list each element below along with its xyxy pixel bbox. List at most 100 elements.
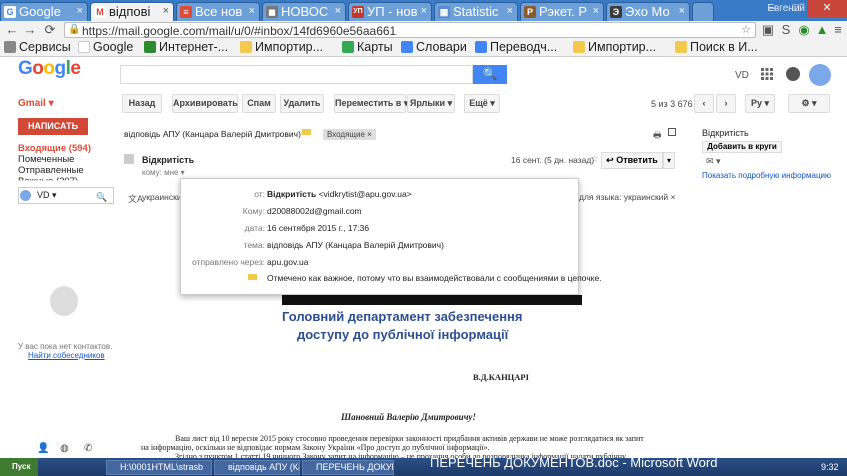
star-icon[interactable]: ☆ xyxy=(741,23,751,36)
bookmark-import[interactable]: Импортир... xyxy=(240,40,323,54)
phone-icon[interactable]: ✆ xyxy=(84,443,92,454)
message-date: 16 сент. (5 дн. назад) xyxy=(511,155,595,165)
tab-title: НОВОС xyxy=(281,4,329,19)
close-icon[interactable]: × xyxy=(77,3,83,20)
bookmark-internet[interactable]: Интернет-... xyxy=(144,40,228,54)
tab-up[interactable]: УП УП - нов × xyxy=(348,2,432,21)
url-text[interactable]: https://mail.google.com/mail/u/0/#inbox/… xyxy=(82,24,396,38)
find-people-link[interactable]: Найти собеседников xyxy=(28,351,105,360)
tab-title: Statistic xyxy=(453,4,499,19)
more-actions-button[interactable]: ▾ xyxy=(663,152,675,169)
close-icon[interactable]: × xyxy=(679,3,685,20)
sidebar-item-important[interactable]: Важные (207) xyxy=(18,176,78,180)
bookmark-dictionaries[interactable]: Словари xyxy=(401,40,467,54)
settings-button[interactable]: ⚙ ▾ xyxy=(788,94,830,113)
tab-gmail[interactable]: Mвідпові × xyxy=(90,2,174,21)
reload-icon[interactable]: ⟳ xyxy=(42,22,58,38)
date-value: 16 сентября 2015 г., 17:36 xyxy=(267,223,370,233)
close-window-icon[interactable]: ✕ xyxy=(807,0,847,17)
bookmark-search[interactable]: Поиск в И... xyxy=(675,40,758,54)
start-button[interactable]: Пуск xyxy=(0,458,38,476)
close-icon[interactable]: × xyxy=(249,3,255,20)
close-icon[interactable]: × xyxy=(507,3,513,20)
more-button[interactable]: Ещё ▾ xyxy=(464,94,500,113)
letter-paragraph: на інформацію, оскільки не відповідає но… xyxy=(141,443,490,452)
archive-button[interactable]: Архивировать xyxy=(172,94,238,113)
back-to-inbox-button[interactable]: Назад xyxy=(122,94,162,113)
translate-disable-link[interactable]: для языка: украинский × xyxy=(579,192,676,202)
to-label: Кому: xyxy=(242,206,265,216)
maximize-icon[interactable]: □ xyxy=(784,0,808,17)
sidebar-item-starred[interactable]: Помеченные xyxy=(18,154,74,165)
newer-button[interactable]: ‹ xyxy=(694,94,714,113)
search-button[interactable]: 🔍 xyxy=(473,65,507,84)
hangouts-icon[interactable]: ◍ xyxy=(60,443,69,454)
add-to-circles-button[interactable]: Добавить в круги xyxy=(702,141,782,153)
email-icon[interactable]: ✉ ▾ xyxy=(706,156,721,167)
tab-echo[interactable]: Э Эхо Мо × xyxy=(606,2,690,21)
bookmark-google[interactable]: Google xyxy=(78,40,133,54)
up-icon: УП xyxy=(352,6,364,18)
taskbar-item-word[interactable]: ПЕРЕЧЕНЬ ДОКУМ... xyxy=(302,460,394,475)
avatar[interactable] xyxy=(809,64,831,86)
extension-icon[interactable]: ◉ xyxy=(796,22,812,38)
star-icon[interactable]: ☆ xyxy=(590,154,599,165)
bookmark-translator[interactable]: Переводч... xyxy=(475,40,557,54)
close-icon[interactable]: × xyxy=(335,3,341,20)
important-icon[interactable] xyxy=(302,129,311,135)
minimize-icon[interactable]: – xyxy=(760,0,784,17)
menu-icon[interactable]: ≡ xyxy=(830,22,846,38)
avatar xyxy=(20,190,31,201)
new-tab-button[interactable] xyxy=(692,2,714,21)
compose-button[interactable]: НАПИСАТЬ xyxy=(18,118,88,135)
spam-button[interactable]: Спам xyxy=(242,94,276,113)
apps-grid-icon[interactable] xyxy=(761,68,773,80)
browser-tab-strip: G Google × Mвідпові × ≡ Все нов × ◼ НОВОС × УП У… xyxy=(0,0,847,21)
person-icon[interactable]: 👤 xyxy=(37,443,49,454)
sidebar-item-sent[interactable]: Отправленные xyxy=(18,165,84,176)
reply-button[interactable]: ↩ Ответить xyxy=(601,152,663,169)
search-icon[interactable]: 🔍 xyxy=(96,192,107,203)
close-icon[interactable]: × xyxy=(593,3,599,20)
tab-google[interactable]: G Google × xyxy=(0,2,88,21)
labels-button[interactable]: Ярлыки ▾ xyxy=(407,94,455,113)
tab-news[interactable]: ≡ Все нов × xyxy=(176,2,260,21)
address-bar[interactable]: 🔒 https://mail.google.com/mail/u/0/#inbo… xyxy=(64,22,756,38)
tab-novosti[interactable]: ◼ НОВОС × xyxy=(262,2,346,21)
taskbar-item-chrome[interactable]: відповідь АПУ (Кан... xyxy=(214,460,300,475)
sidebar-item-inbox[interactable]: Входящие (594) xyxy=(18,143,91,154)
close-icon[interactable]: × xyxy=(421,3,427,20)
move-to-button[interactable]: Переместить в ▾ xyxy=(334,94,408,113)
show-details-link[interactable]: Показать подробную информацию xyxy=(702,171,831,180)
gmail-menu[interactable]: Gmail ▾ xyxy=(18,98,54,109)
user-name[interactable]: VD xyxy=(735,70,749,81)
older-button[interactable]: › xyxy=(716,94,736,113)
input-language-button[interactable]: Ру ▾ xyxy=(745,94,775,113)
taskbar-item-explorer[interactable]: H:\0001HTML\strasb xyxy=(106,460,212,475)
clock: 9:32 xyxy=(821,462,839,472)
search-input[interactable] xyxy=(120,65,473,84)
forward-icon[interactable]: → xyxy=(22,22,38,38)
dictionary-icon xyxy=(401,41,413,53)
bookmark-import-2[interactable]: Импортир... xyxy=(573,40,656,54)
inbox-label-tag[interactable]: Входящие × xyxy=(323,129,376,140)
back-icon[interactable]: ← xyxy=(4,22,20,38)
extension-icon[interactable]: S xyxy=(778,22,794,38)
new-window-icon[interactable] xyxy=(668,128,676,136)
message-subject: відповідь АПУ (Канцара Валерій Дмитрович… xyxy=(124,129,301,139)
close-icon[interactable]: × xyxy=(163,3,169,20)
show-details-toggle[interactable]: кому: мне ▾ xyxy=(142,168,185,177)
google-logo[interactable]: Google xyxy=(18,58,81,80)
sender-name[interactable]: Відкритість xyxy=(142,155,194,165)
tab-statistic[interactable]: ▦ Statistic × xyxy=(434,2,518,21)
notifications-icon[interactable] xyxy=(786,67,800,81)
bookmark-maps[interactable]: Карты xyxy=(342,40,393,54)
print-icon[interactable]: 🖶 xyxy=(653,128,662,144)
translate-icon: 文A xyxy=(128,194,144,204)
extension-icon[interactable]: ▲ xyxy=(814,22,830,38)
delete-button[interactable]: Удалить xyxy=(280,94,324,113)
sender-avatar xyxy=(124,154,134,164)
extension-icon[interactable]: ▣ xyxy=(760,22,776,38)
bookmark-apps[interactable]: Сервисы xyxy=(4,40,71,54)
tab-reket[interactable]: Р Рэкет. Р × xyxy=(520,2,604,21)
